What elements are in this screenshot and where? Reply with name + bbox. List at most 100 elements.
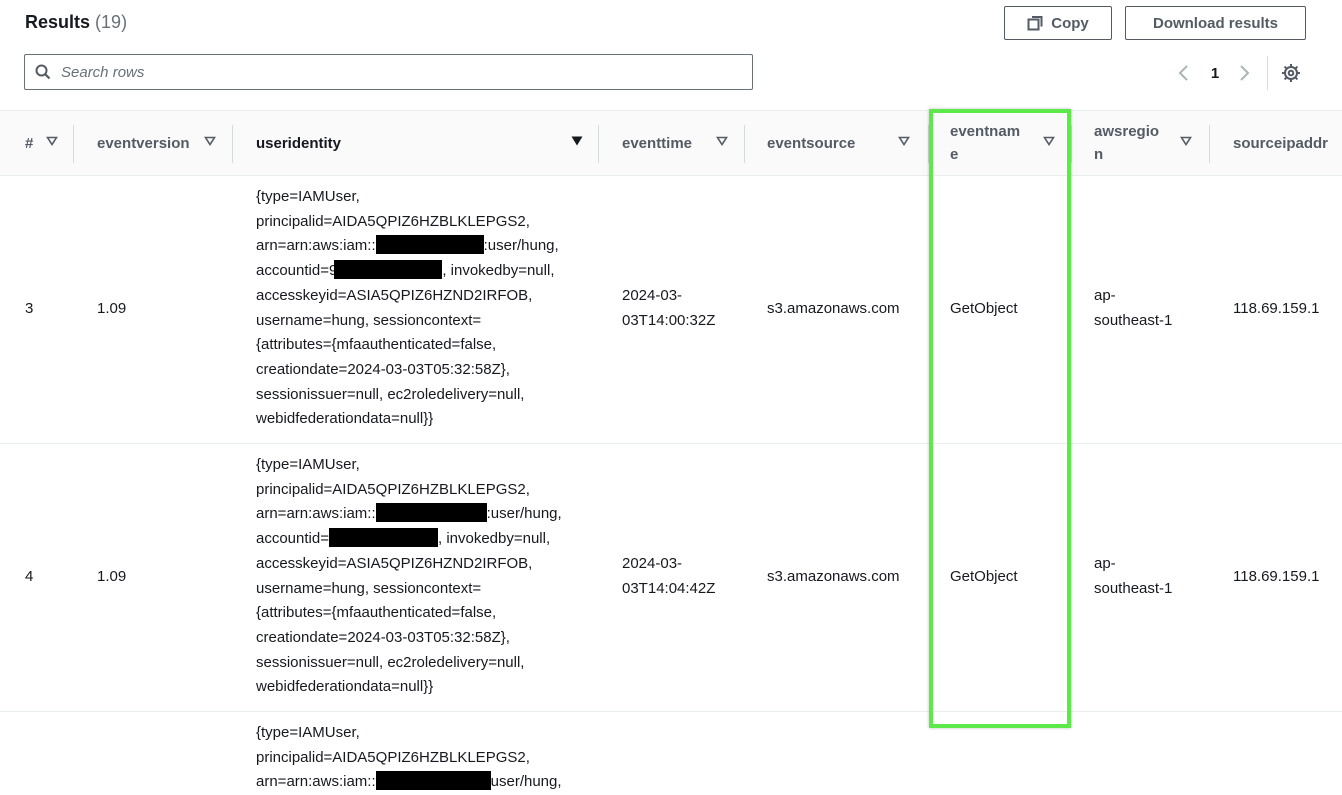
download-results-label: Download results [1152,14,1279,32]
useridentity-line: {attributes={mfaauthenticated=false, [256,604,497,622]
useridentity-line: accesskeyid=ASIA5QPIZ6HZND2IRFOB, [256,286,533,304]
column-header-sourceipaddress[interactable]: sourceipaddr [1233,111,1342,175]
useridentity-line: {attributes={mfaauthenticated=false, [256,336,497,354]
cell-awsregion: ap- southeast-1 [1094,444,1172,710]
sort-down-outline-icon[interactable] [716,136,728,146]
sort-down-outline-icon[interactable] [1043,136,1055,146]
column-header-label: awsregio n [1094,120,1159,166]
search-box [24,54,753,90]
eventtime-line: 03T14:04:42Z [622,580,716,597]
results-table: # eventversion useridentity eventtime ev… [0,110,1342,795]
search-icon [35,64,51,80]
column-header-label: useridentity [256,134,342,152]
sort-down-outline-icon[interactable] [204,136,216,146]
cell-index: 4 [25,567,34,585]
useridentity-line: webidfederationdata=null}} [256,678,434,696]
useridentity-text: arn=arn:aws:iam:: [256,237,376,255]
column-header-label: sourceipaddr [1233,134,1329,152]
cell-eventversion: 1.09 [97,299,127,317]
useridentity-line: principalid=AIDA5QPIZ6HZBLKLEPGS2, [256,212,530,230]
copy-icon [1027,16,1043,31]
copy-button-label: Copy [1051,14,1089,32]
useridentity-text: user/hung, [490,773,562,791]
column-header-eventsource[interactable]: eventsource [767,111,927,175]
useridentity-text: :user/hung, [483,237,559,255]
cell-useridentity: {type=IAMUser, principalid=AIDA5QPIZ6HZB… [256,185,596,432]
column-divider [598,125,599,163]
redaction-bar [375,771,491,791]
sort-down-filled-icon[interactable] [571,136,583,146]
useridentity-text: accountid= [256,530,329,548]
useridentity-text: accountid=9 [256,262,338,280]
cell-useridentity: {type=IAMUser, principalid=AIDA5QPIZ6HZB… [256,453,596,700]
cell-eventtime: 2024-03- 03T14:04:42Z [622,444,715,710]
useridentity-line: webidfederationdata=null}} [256,410,434,428]
useridentity-line: arn=arn:aws:iam:: user/hung, [256,770,596,795]
download-results-button[interactable]: Download results [1125,6,1306,40]
redaction-bar [334,260,443,280]
useridentity-text: , invokedby=null, [437,530,551,548]
previous-page-button[interactable] [1172,60,1194,86]
results-title: Results (19) [25,10,127,34]
next-page-button[interactable] [1234,60,1256,86]
awsregion-line: southeast-1 [1094,312,1173,329]
table-row[interactable]: 4 1.09 {type=IAMUser, principalid=AIDA5Q… [0,444,1342,712]
gear-icon [1282,64,1300,82]
cell-eventname: GetObject [950,567,1018,585]
copy-button[interactable]: Copy [1004,6,1112,40]
useridentity-line: creationdate=2024-03-03T05:32:58Z}, [256,628,510,646]
eventtime-line: 2024-03- [622,287,683,305]
useridentity-line: {type=IAMUser, [256,188,360,205]
column-header-index[interactable]: # [25,111,73,175]
eventtime-line: 2024-03- [622,555,683,573]
table-row[interactable]: {type=IAMUser, principalid=AIDA5QPIZ6HZB… [0,712,1342,795]
redaction-bar [375,503,487,523]
column-header-label-line: n [1094,146,1104,163]
column-divider [73,125,74,163]
cell-sourceipaddress: 118.69.159.1 [1233,567,1320,585]
column-header-label: eventversion [97,134,190,152]
column-header-label: eventsource [767,134,856,152]
column-divider [232,125,233,163]
useridentity-line: arn=arn:aws:iam:::user/hung, [256,502,596,527]
column-header-eventversion[interactable]: eventversion [97,111,231,175]
column-header-label: # [25,134,34,152]
table-header: # eventversion useridentity eventtime ev… [0,110,1342,176]
table-row[interactable]: 3 1.09 {type=IAMUser, principalid=AIDA5Q… [0,176,1342,444]
pagination-divider [1267,56,1268,90]
column-header-eventtime[interactable]: eventtime [622,111,743,175]
cell-eventname: GetObject [950,299,1018,317]
cell-eventsource: s3.amazonaws.com [767,299,900,317]
results-count: (19) [95,12,128,32]
page-number-button[interactable]: 1 [1204,60,1226,86]
cell-eventtime: 2024-03- 03T14:00:32Z [622,176,715,442]
useridentity-line: {type=IAMUser, [256,724,360,741]
useridentity-line: creationdate=2024-03-03T05:32:58Z}, [256,360,510,378]
column-header-label-line: e [950,146,959,163]
cell-eventversion: 1.09 [97,567,127,585]
column-header-awsregion[interactable]: awsregio n [1094,111,1208,175]
useridentity-line: accountid= , invokedby=null, [256,527,596,552]
sort-down-outline-icon[interactable] [46,136,58,146]
sort-down-outline-icon[interactable] [1180,136,1192,146]
cell-awsregion: ap- southeast-1 [1094,176,1172,442]
preferences-button[interactable] [1279,60,1303,86]
cell-eventsource: s3.amazonaws.com [767,567,900,585]
column-header-eventname[interactable]: eventnam e [950,111,1070,175]
useridentity-text: arn=arn:aws:iam:: [256,773,376,791]
useridentity-line: username=hung, sessioncontext= [256,311,482,329]
column-header-label: eventtime [622,134,693,152]
eventtime-line: 03T14:00:32Z [622,312,716,329]
column-header-useridentity[interactable]: useridentity [256,111,597,175]
cell-useridentity: {type=IAMUser, principalid=AIDA5QPIZ6HZB… [256,721,596,795]
useridentity-line: sessionissuer=null, ec2roledelivery=null… [256,653,525,671]
sort-down-outline-icon[interactable] [898,136,910,146]
column-header-label-line: eventnam [950,123,1021,140]
chevron-left-icon [1178,65,1188,81]
column-divider [1209,125,1210,163]
useridentity-line: {type=IAMUser, [256,456,360,473]
redaction-bar [375,235,484,255]
useridentity-text: arn=arn:aws:iam:: [256,505,376,523]
search-input[interactable] [59,62,752,82]
useridentity-line: sessionissuer=null, ec2roledelivery=null… [256,385,525,403]
